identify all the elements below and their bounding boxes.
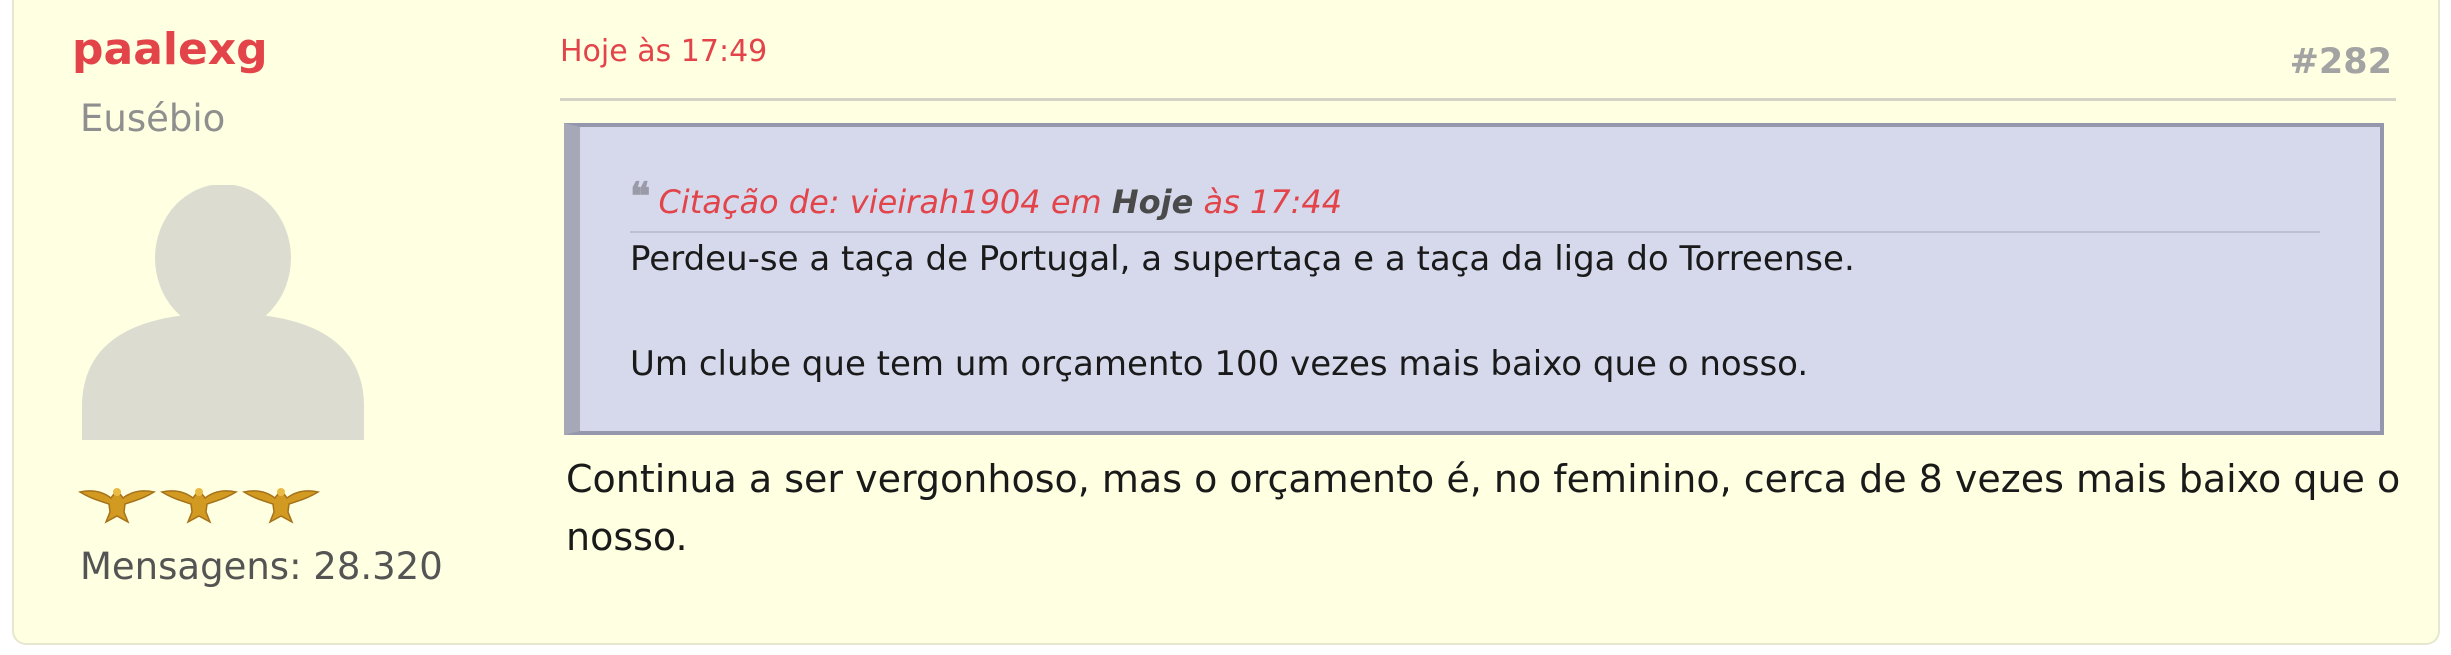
quote-text-line: Um clube que tem um orçamento 100 vezes … [630, 344, 1809, 384]
quote-block: ❝ Citação de: vieirah1904 em Hoje às 17:4… [564, 123, 2384, 435]
quote-time: às 17:44 [1193, 183, 1343, 221]
quote-icon: ❝ [630, 173, 651, 218]
post-number-link[interactable]: #282 [2290, 42, 2392, 82]
rank-stars [78, 482, 320, 526]
forum-post: paalexg Eusébio Mensagens: 28.320 Hoje à… [12, 0, 2440, 645]
eagle-icon [78, 482, 156, 526]
quote-header: ❝ Citação de: vieirah1904 em Hoje às 17:4… [630, 173, 2320, 233]
post-count: Mensagens: 28.320 [80, 545, 443, 588]
post-body-text: Continua a ser vergonhoso, mas o orçamen… [566, 457, 2401, 559]
eagle-icon [160, 482, 238, 526]
poster-info: paalexg Eusébio Mensagens: 28.320 [58, 20, 478, 620]
poster-rank: Eusébio [80, 97, 226, 140]
poster-username[interactable]: paalexg [72, 25, 268, 74]
header-divider [560, 98, 2396, 101]
quote-author-link[interactable]: Citação de: vieirah1904 em [658, 183, 1111, 221]
default-avatar-icon[interactable] [80, 184, 365, 440]
quote-day: Hoje [1111, 183, 1194, 221]
quote-text-line: Perdeu-se a taça de Portugal, a supertaç… [630, 239, 1855, 279]
post-date[interactable]: Hoje às 17:49 [560, 34, 767, 69]
eagle-icon [242, 482, 320, 526]
